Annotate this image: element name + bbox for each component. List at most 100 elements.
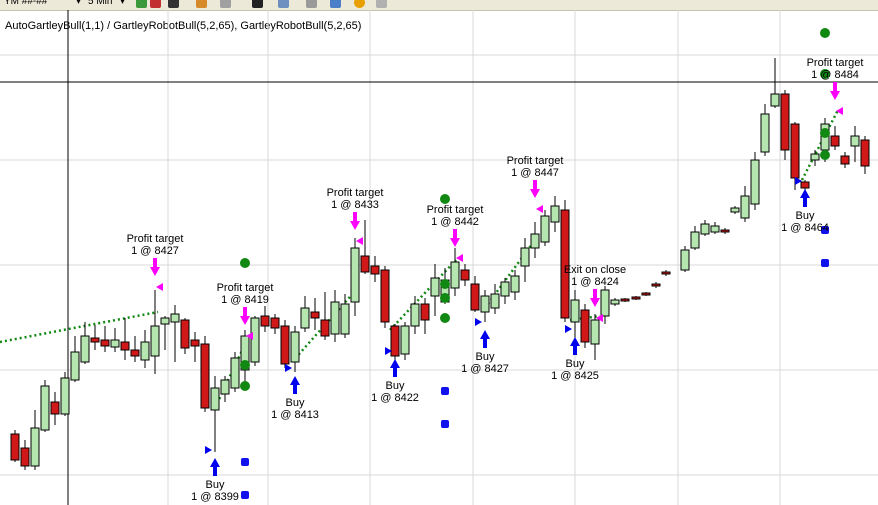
candle-body	[800, 181, 810, 189]
zoom-out-icon[interactable]	[220, 0, 231, 8]
signal-label: Profit target	[427, 204, 484, 216]
blue-signal-dot	[441, 387, 449, 395]
green-signal-dot	[440, 293, 450, 303]
candle-body	[651, 283, 661, 287]
candle-body	[430, 277, 440, 297]
signal-price: 1 @ 8442	[431, 216, 479, 228]
signal-label: Buy	[206, 479, 225, 491]
signal-label: Profit target	[217, 282, 274, 294]
candle-body	[420, 303, 430, 321]
candle-body	[860, 139, 870, 167]
candle-body	[380, 269, 390, 323]
candle-body	[810, 153, 820, 161]
green-signal-dot	[820, 28, 830, 38]
interval-selector[interactable]: 5 Min	[88, 0, 112, 8]
candle-body	[570, 299, 580, 323]
bar-type-icon[interactable]	[150, 0, 161, 8]
candle-body	[170, 313, 180, 323]
candle-body	[110, 339, 120, 348]
signal-price: 1 @ 8399	[191, 491, 239, 503]
strategy-icon[interactable]	[306, 0, 317, 8]
candle-body	[130, 349, 140, 357]
properties-icon[interactable]	[376, 0, 387, 8]
chart-trader-icon[interactable]	[330, 0, 341, 8]
green-signal-dot	[440, 194, 450, 204]
chevron-down-icon[interactable]: ▾	[120, 0, 125, 8]
candle-body	[770, 93, 780, 107]
target-arrow-icon	[590, 289, 600, 307]
candle-body	[260, 315, 270, 327]
signal-price: 1 @ 8422	[371, 392, 419, 404]
candle-body	[840, 155, 850, 165]
chevron-down-icon[interactable]: ▾	[76, 0, 81, 8]
pattern-lines	[0, 109, 840, 409]
candle-body	[661, 271, 671, 275]
candle-body	[780, 93, 790, 151]
candle-body	[500, 281, 510, 297]
target-arrow-icon	[830, 82, 840, 100]
candle-body	[10, 433, 20, 461]
entry-marker-icon	[475, 318, 482, 326]
candle-body	[80, 335, 90, 363]
bar-type-icon[interactable]	[136, 0, 147, 8]
blue-signal-dot	[821, 259, 829, 267]
data-box-icon[interactable]	[278, 0, 289, 8]
candle-body	[690, 231, 700, 249]
candle-body	[250, 317, 260, 363]
signal-label: Profit target	[327, 187, 384, 199]
draw-tool-icon[interactable]	[168, 0, 179, 8]
candle-body	[680, 249, 690, 271]
signal-price: 1 @ 8464	[781, 222, 829, 234]
profit-target-signal: Profit target1 @ 8484	[807, 57, 863, 115]
alert-icon[interactable]	[354, 0, 365, 8]
pattern-trend-line	[0, 310, 159, 344]
candle-body	[290, 331, 300, 363]
candle-body	[641, 292, 651, 296]
buy-arrow-icon	[800, 189, 810, 207]
buy-arrow-icon	[480, 330, 490, 348]
green-signal-dot	[440, 313, 450, 323]
green-signal-dot	[440, 279, 450, 289]
blue-signal-dot	[441, 420, 449, 428]
candle-body	[700, 223, 710, 235]
candle-body	[450, 261, 460, 289]
candle-body	[150, 325, 160, 357]
profit-target-signal: Profit target1 @ 8433	[327, 187, 384, 245]
candle-body	[520, 247, 530, 267]
target-arrow-icon	[450, 229, 460, 247]
profit-target-signal: Profit target1 @ 8427	[127, 233, 183, 291]
candle-body	[470, 283, 480, 311]
candle-body	[280, 325, 290, 365]
signal-price: 1 @ 8424	[571, 276, 619, 288]
green-signal-dot	[240, 360, 250, 370]
crosshair-icon[interactable]	[252, 0, 263, 8]
candle-body	[350, 247, 360, 303]
signal-label: Buy	[566, 358, 585, 370]
pattern-trend-line	[480, 235, 540, 313]
signal-price: 1 @ 8447	[511, 167, 559, 179]
candle-body	[620, 298, 630, 302]
candle-body	[600, 289, 610, 317]
candle-body	[510, 275, 520, 293]
candle-body	[631, 296, 641, 300]
zoom-in-icon[interactable]	[196, 0, 207, 8]
signal-label: Profit target	[507, 155, 564, 167]
indicator-dots	[240, 28, 830, 499]
candle-body	[590, 319, 600, 345]
candle-body	[740, 195, 750, 219]
signal-price: 1 @ 8433	[331, 199, 379, 211]
blue-signal-dot	[241, 491, 249, 499]
entry-marker-icon	[205, 446, 212, 454]
instrument-selector[interactable]: YM ##-##	[4, 0, 47, 8]
green-signal-dot	[820, 150, 830, 160]
signal-price: 1 @ 8427	[131, 245, 179, 257]
candle-body	[370, 265, 380, 275]
signal-label: Exit on close	[564, 264, 626, 276]
candle-body	[830, 135, 840, 147]
signal-label: Buy	[286, 397, 305, 409]
candle-body	[270, 317, 280, 329]
candle-body	[100, 339, 110, 347]
candle-body	[720, 229, 730, 233]
candle-body	[70, 351, 80, 381]
price-chart[interactable]: Profit target1 @ 8427Profit target1 @ 84…	[0, 10, 878, 505]
